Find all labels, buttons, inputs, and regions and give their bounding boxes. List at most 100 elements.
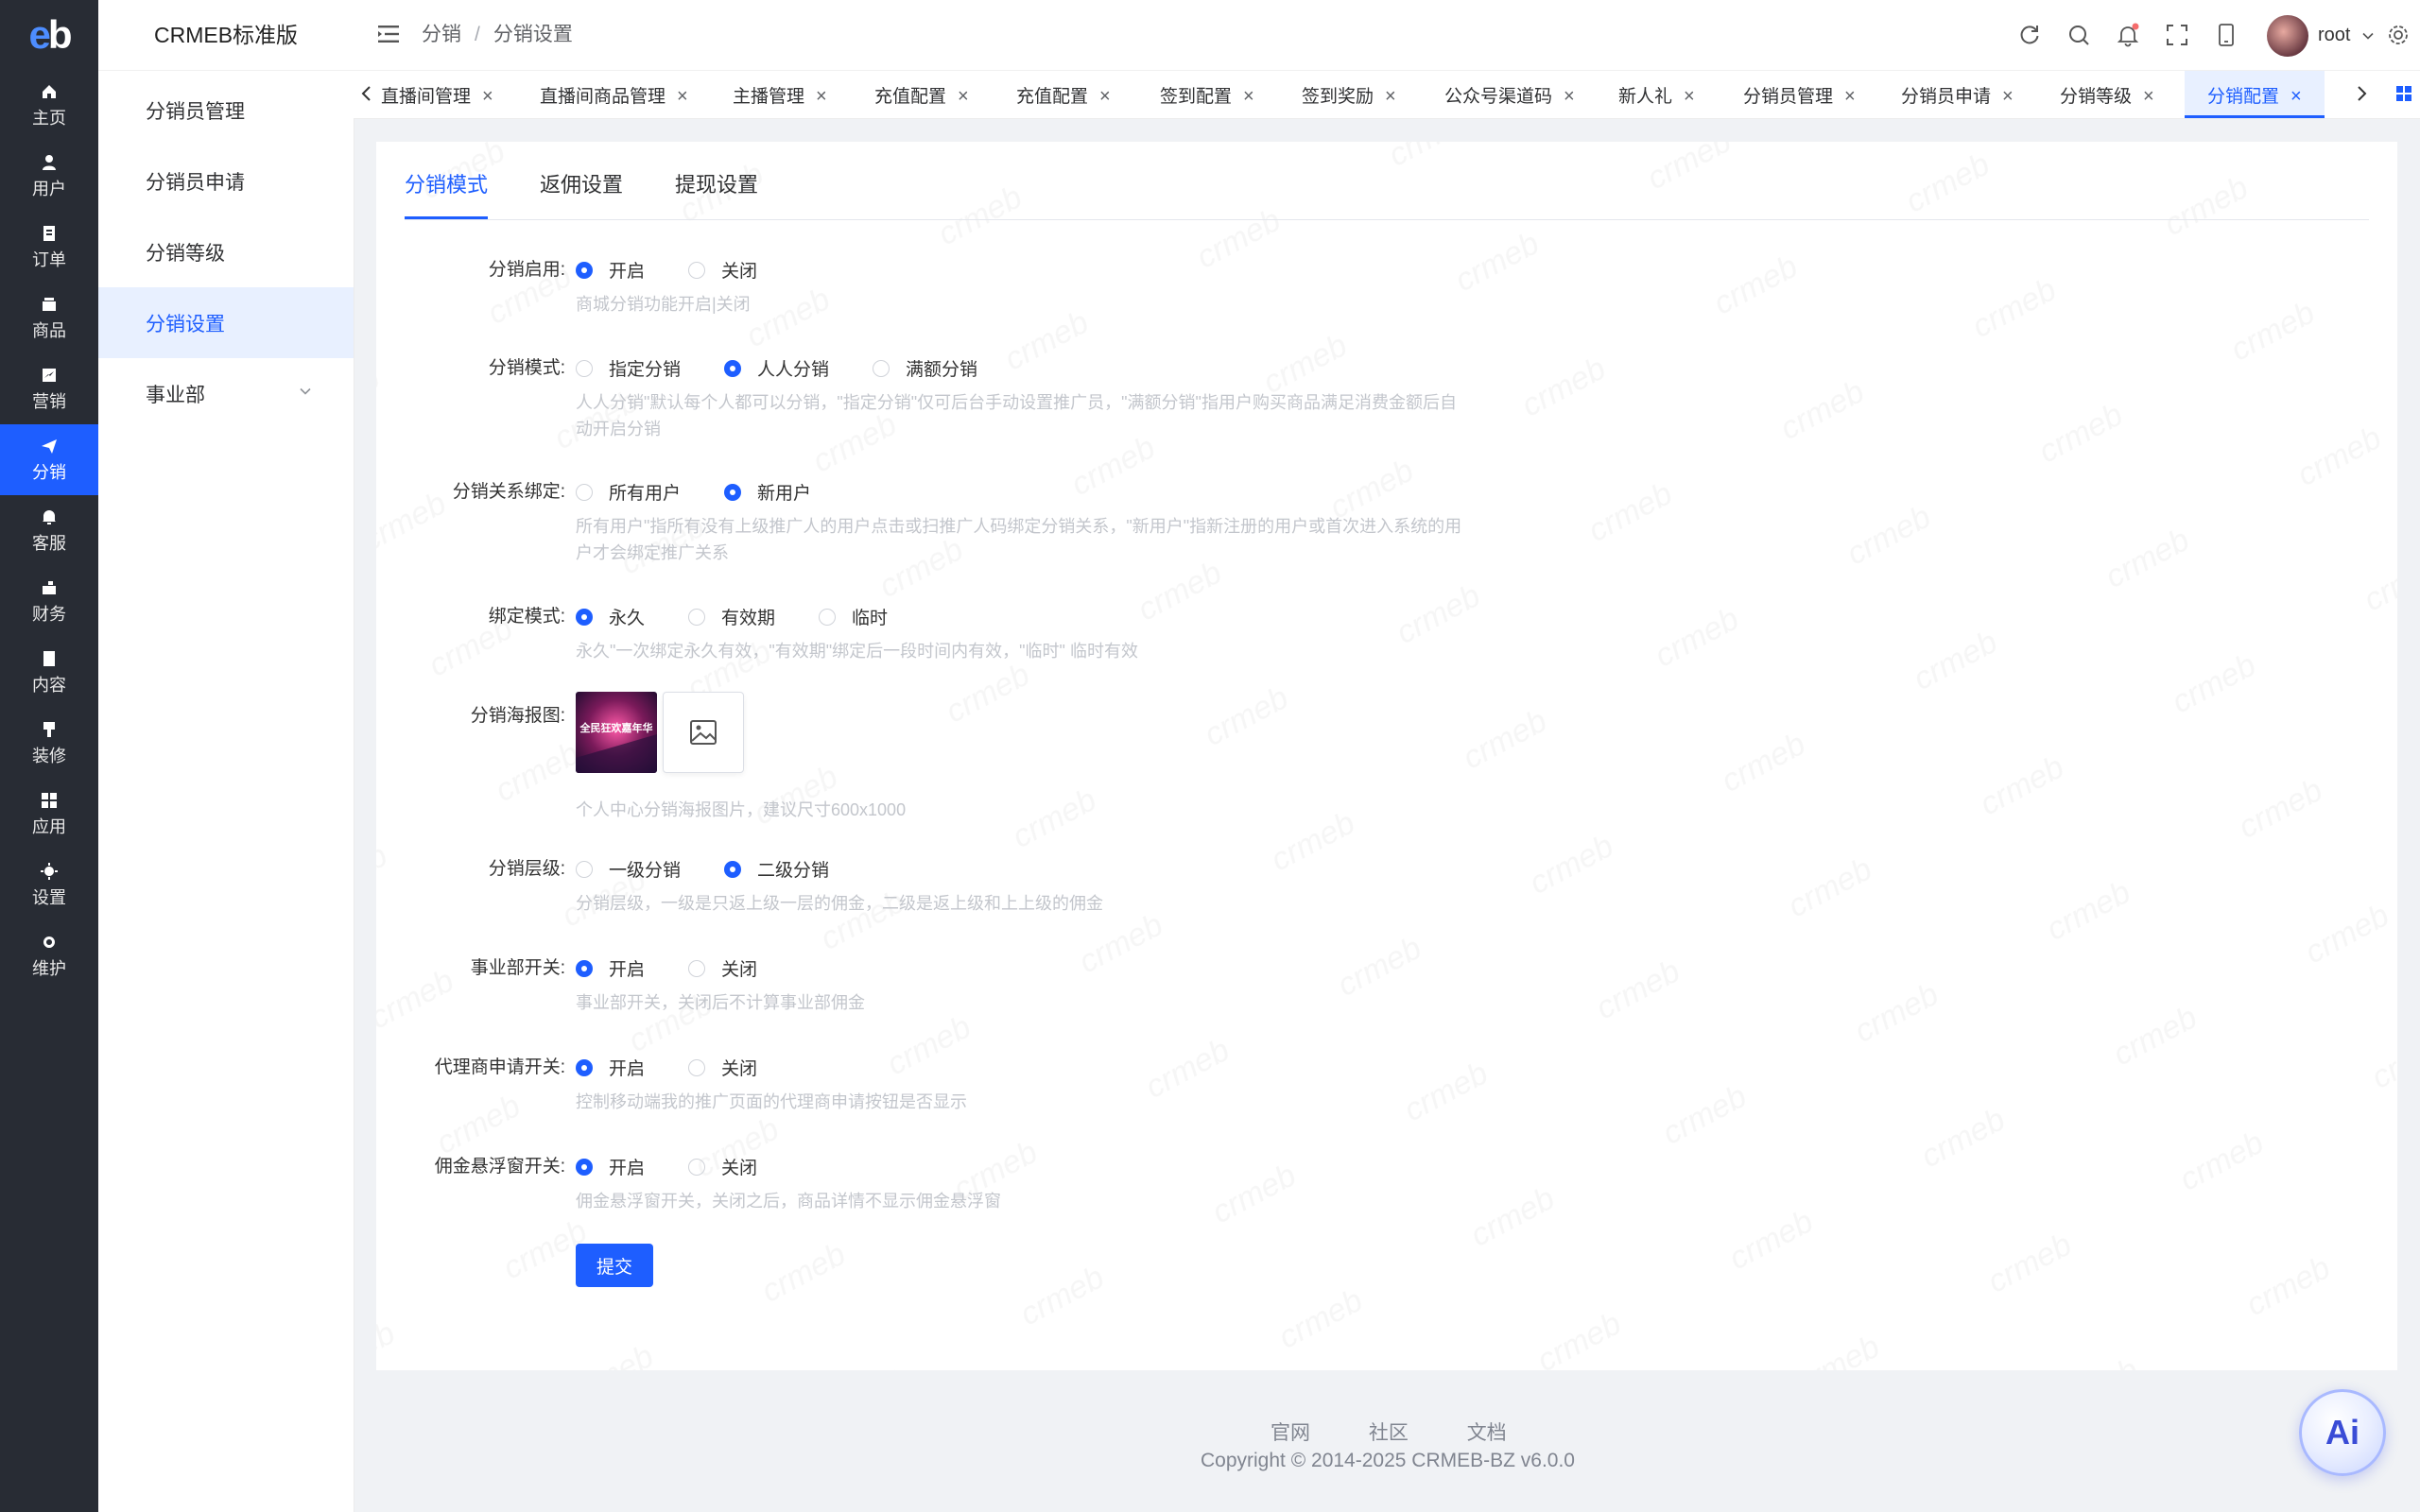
rail-item-content[interactable]: 内容 xyxy=(0,637,98,708)
division-switch-option[interactable]: 关闭 xyxy=(688,955,757,981)
distribution-enable-option[interactable]: 开启 xyxy=(576,257,645,283)
distribution-mode-option[interactable]: 指定分销 xyxy=(576,355,681,381)
page-tab[interactable]: 新人礼 × xyxy=(1618,71,1695,118)
footer-link-official[interactable]: 官网 xyxy=(1270,1422,1310,1444)
poster-thumbnail[interactable]: 全民狂欢嘉年华 xyxy=(576,692,657,773)
close-icon[interactable]: × xyxy=(482,86,493,107)
rail-item-product[interactable]: 商品 xyxy=(0,283,98,353)
close-icon[interactable]: × xyxy=(1099,86,1111,107)
agent-apply-switch-option[interactable]: 开启 xyxy=(576,1055,645,1080)
refresh-icon[interactable] xyxy=(2017,23,2042,47)
logo[interactable]: eb xyxy=(0,0,98,70)
page-tab[interactable]: 直播间管理 × xyxy=(381,71,493,118)
distribution-levels-option[interactable]: 二级分销 xyxy=(724,856,829,882)
rail-item-decorate[interactable]: 装修 xyxy=(0,708,98,779)
close-icon[interactable]: × xyxy=(1564,86,1575,107)
relation-binding-option[interactable]: 新用户 xyxy=(724,479,811,505)
close-icon[interactable]: × xyxy=(1243,86,1254,107)
chevron-down-icon[interactable] xyxy=(2361,29,2375,43)
submenu-item-distribution-settings[interactable]: 分销设置 xyxy=(98,287,354,358)
binding-mode-option[interactable]: 有效期 xyxy=(688,604,775,629)
page-tab[interactable]: 签到配置 × xyxy=(1160,71,1254,118)
page-tab[interactable]: 主播管理 × xyxy=(733,71,827,118)
close-icon[interactable]: × xyxy=(1844,86,1856,107)
search-icon[interactable] xyxy=(2066,23,2091,47)
radio-indicator[interactable] xyxy=(576,860,593,878)
radio-indicator[interactable] xyxy=(688,261,706,279)
tab-scroll-left-icon[interactable] xyxy=(357,83,376,104)
radio-indicator[interactable] xyxy=(724,359,742,377)
page-tab[interactable]: 分销配置 × xyxy=(2185,71,2325,118)
tab-withdraw-settings[interactable]: 提现设置 xyxy=(675,164,758,217)
page-tab[interactable]: 签到奖励 × xyxy=(1302,71,1396,118)
submit-button[interactable]: 提交 xyxy=(576,1244,653,1287)
distribution-mode-option[interactable]: 人人分销 xyxy=(724,355,829,381)
close-icon[interactable]: × xyxy=(2143,86,2154,107)
rail-item-order[interactable]: 订单 xyxy=(0,212,98,283)
radio-indicator[interactable] xyxy=(724,483,742,501)
commission-float-switch-option[interactable]: 开启 xyxy=(576,1154,645,1179)
radio-indicator[interactable] xyxy=(688,608,706,626)
radio-indicator[interactable] xyxy=(819,608,837,626)
radio-indicator[interactable] xyxy=(576,1058,593,1076)
radio-indicator[interactable] xyxy=(576,959,593,977)
page-tab[interactable]: 充值配置 × xyxy=(874,71,969,118)
notification-bell-icon[interactable] xyxy=(2116,23,2140,47)
radio-indicator[interactable] xyxy=(576,483,593,501)
tab-scroll-right-icon[interactable] xyxy=(2352,83,2371,104)
submenu-item-distributor-apply[interactable]: 分销员申请 xyxy=(98,146,354,216)
page-tab[interactable]: 直播间商品管理 × xyxy=(540,71,688,118)
tab-distribution-mode[interactable]: 分销模式 xyxy=(405,164,489,219)
fullscreen-icon[interactable] xyxy=(2165,23,2189,47)
menu-toggle-icon[interactable] xyxy=(378,25,399,43)
breadcrumb-item[interactable]: 分销 xyxy=(422,24,461,45)
ai-assistant-button[interactable]: Ai xyxy=(2299,1389,2386,1476)
page-tab[interactable]: 分销等级 × xyxy=(2060,71,2154,118)
radio-indicator[interactable] xyxy=(688,1158,706,1176)
rail-item-bell[interactable]: 客服 xyxy=(0,495,98,566)
radio-indicator[interactable] xyxy=(688,1058,706,1076)
rail-item-marketing[interactable]: 营销 xyxy=(0,353,98,424)
close-icon[interactable]: × xyxy=(2290,86,2302,107)
footer-link-community[interactable]: 社区 xyxy=(1369,1422,1409,1444)
submenu-item-distributor-manage[interactable]: 分销员管理 xyxy=(98,75,354,146)
rail-item-user[interactable]: 用户 xyxy=(0,141,98,212)
rail-item-distribution[interactable]: 分销 xyxy=(0,424,98,495)
radio-indicator[interactable] xyxy=(576,261,593,279)
radio-indicator[interactable] xyxy=(724,860,742,878)
distribution-enable-option[interactable]: 关闭 xyxy=(688,257,757,283)
close-icon[interactable]: × xyxy=(1385,86,1396,107)
distribution-mode-option[interactable]: 满额分销 xyxy=(873,355,977,381)
upload-image-button[interactable] xyxy=(663,692,744,773)
tab-commission-settings[interactable]: 返佣设置 xyxy=(540,164,623,217)
radio-indicator[interactable] xyxy=(576,359,593,377)
binding-mode-option[interactable]: 永久 xyxy=(576,604,645,629)
agent-apply-switch-option[interactable]: 关闭 xyxy=(688,1055,757,1080)
radio-indicator[interactable] xyxy=(873,359,890,377)
gear-icon[interactable] xyxy=(2386,23,2411,47)
tab-menu-grid-icon[interactable] xyxy=(2395,85,2412,102)
binding-mode-option[interactable]: 临时 xyxy=(819,604,888,629)
avatar[interactable] xyxy=(2267,15,2308,57)
close-icon[interactable]: × xyxy=(1684,86,1695,107)
close-icon[interactable]: × xyxy=(816,86,827,107)
division-switch-option[interactable]: 开启 xyxy=(576,955,645,981)
page-tab[interactable]: 公众号渠道码 × xyxy=(1444,71,1575,118)
page-tab[interactable]: 充值配置 × xyxy=(1016,71,1111,118)
mobile-preview-icon[interactable] xyxy=(2214,23,2238,47)
distribution-levels-option[interactable]: 一级分销 xyxy=(576,856,681,882)
relation-binding-option[interactable]: 所有用户 xyxy=(576,479,681,505)
user-name[interactable]: root xyxy=(2318,0,2350,70)
submenu-item-distributor-level[interactable]: 分销等级 xyxy=(98,216,354,287)
submenu-item-division[interactable]: 事业部 xyxy=(98,358,354,429)
footer-link-docs[interactable]: 文档 xyxy=(1467,1422,1507,1444)
radio-indicator[interactable] xyxy=(576,1158,593,1176)
page-tab[interactable]: 分销员管理 × xyxy=(1743,71,1856,118)
rail-item-maintain[interactable]: 维护 xyxy=(0,920,98,991)
rail-item-gear[interactable]: 设置 xyxy=(0,850,98,920)
close-icon[interactable]: × xyxy=(677,86,688,107)
close-icon[interactable]: × xyxy=(958,86,969,107)
page-tab[interactable]: 分销员申请 × xyxy=(1901,71,2014,118)
rail-item-apps[interactable]: 应用 xyxy=(0,779,98,850)
radio-indicator[interactable] xyxy=(576,608,593,626)
